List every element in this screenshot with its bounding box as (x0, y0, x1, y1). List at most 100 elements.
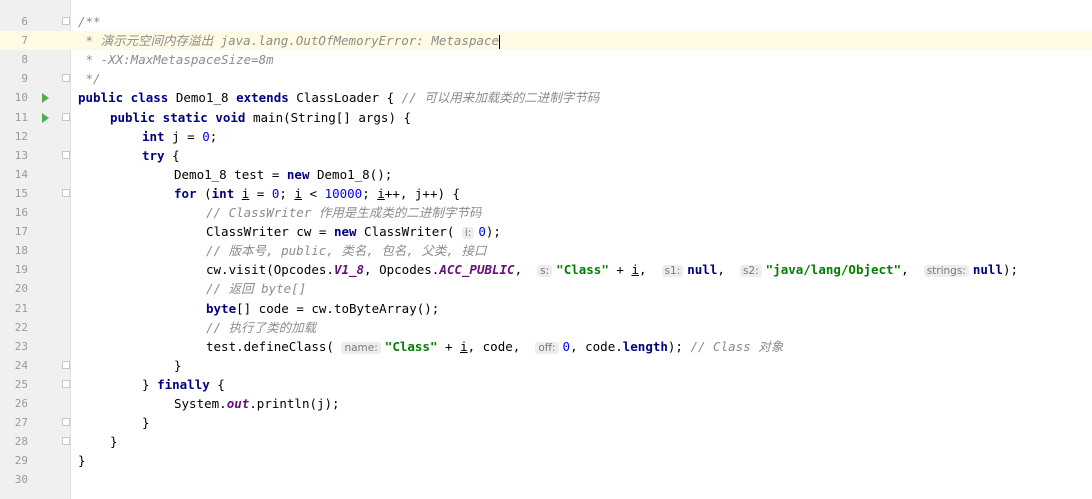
code-line[interactable]: 30 (0, 470, 1092, 489)
code-text[interactable]: } (78, 451, 86, 470)
code-text[interactable]: * -XX:MaxMetaspaceSize=8m (78, 50, 274, 69)
code-token: } (110, 434, 118, 450)
code-token: int (211, 185, 242, 201)
code-line[interactable]: 7 * 演示元空间内存溢出 java.lang.OutOfMemoryError… (0, 31, 1092, 51)
code-token: Demo1_8(); (317, 166, 393, 182)
code-line[interactable]: 15 for (int i = 0; i < 10000; i++, j++) { (0, 184, 1092, 203)
code-token: } (142, 376, 158, 392)
code-token: System. (174, 396, 227, 411)
code-line[interactable]: 8 * -XX:MaxMetaspaceSize=8m (0, 50, 1092, 69)
parameter-hint: i: (461, 227, 475, 240)
code-token: ClassLoader { (296, 90, 402, 106)
code-line[interactable]: 28} (0, 432, 1092, 451)
code-token: "Class" (384, 338, 438, 354)
run-icon[interactable] (40, 88, 52, 107)
code-line[interactable]: 14 Demo1_8 test = new Demo1_8(); (0, 165, 1092, 184)
code-text[interactable]: /** (78, 12, 101, 31)
code-line[interactable]: 9 */ (0, 69, 1092, 88)
fold-icon[interactable] (62, 17, 70, 25)
code-line[interactable]: 12 int j = 0; (0, 127, 1092, 146)
code-text[interactable]: // 版本号, public, 类名, 包名, 父类, 接口 (206, 241, 487, 260)
code-token: // 执行了类的加载 (206, 319, 317, 335)
code-line[interactable]: 26 System.out.println(j); (0, 394, 1092, 413)
code-token: "Class" (556, 262, 609, 278)
fold-icon[interactable] (62, 379, 70, 388)
code-line[interactable]: 20 // 返回 byte[] (0, 279, 1092, 298)
line-number: 15 (14, 186, 28, 200)
code-text[interactable]: */ (78, 69, 101, 88)
code-text[interactable]: // ClassWriter 作用是生成类的二进制字节码 (206, 203, 481, 222)
code-text[interactable]: byte[] code = cw.toByteArray(); (206, 299, 439, 318)
code-editor[interactable]: 6 /** 7 * 演示元空间内存溢出 java.lang.OutOfMemoryE… (0, 0, 1092, 499)
line-number: 18 (14, 244, 28, 258)
code-token: 0 (562, 338, 571, 354)
fold-icon[interactable] (62, 418, 70, 427)
code-text[interactable]: try { (142, 146, 180, 165)
code-text[interactable]: System.out.println(j); (174, 394, 340, 413)
code-token: j = (172, 128, 203, 144)
code-token: byte (206, 300, 237, 316)
fold-icon[interactable] (62, 150, 70, 159)
line-number: 23 (14, 339, 28, 353)
code-line[interactable]: 21 byte[] code = cw.toByteArray(); (0, 299, 1092, 318)
code-line[interactable]: 6 /** (0, 12, 1092, 31)
code-text[interactable]: ClassWriter cw = new ClassWriter( i: 0); (206, 222, 501, 243)
fold-icon[interactable] (62, 188, 70, 197)
code-text[interactable]: public class Demo1_8 extends ClassLoader… (78, 88, 599, 107)
line-number: 17 (14, 225, 28, 239)
code-line[interactable]: 25} finally { (0, 375, 1092, 394)
code-token: ClassWriter( (364, 224, 462, 240)
code-text[interactable]: // 返回 byte[] (206, 279, 306, 298)
code-line[interactable]: 17 ClassWriter cw = new ClassWriter( i: 0)… (0, 222, 1092, 241)
code-token: , code, (467, 338, 536, 354)
fold-icon[interactable] (62, 437, 70, 446)
line-number: 7 (21, 34, 28, 48)
code-text[interactable]: test.defineClass( name: "Class" + i, code… (206, 337, 783, 358)
code-token: , Opcodes. (364, 262, 440, 278)
line-number: 11 (14, 110, 28, 124)
code-text[interactable]: // 执行了类的加载 (206, 318, 316, 337)
code-text[interactable]: for (int i = 0; i < 10000; i++, j++) { (174, 184, 460, 203)
code-text[interactable]: cw.visit(Opcodes.V1_8, Opcodes.ACC_PUBLI… (206, 260, 1018, 281)
code-line[interactable]: 18 // 版本号, public, 类名, 包名, 父类, 接口 (0, 241, 1092, 260)
line-number: 26 (14, 397, 28, 410)
code-token: ); (667, 338, 691, 354)
code-token: null (687, 262, 718, 278)
code-text[interactable]: } (142, 413, 150, 432)
code-text[interactable]: * 演示元空间内存溢出 java.lang.OutOfMemoryError: … (78, 31, 501, 50)
code-token: ClassWriter cw = (206, 224, 334, 240)
code-line[interactable]: 16 // ClassWriter 作用是生成类的二进制字节码 (0, 203, 1092, 222)
code-token: public static void (110, 109, 253, 125)
code-line[interactable]: 24} (0, 356, 1092, 375)
fold-icon[interactable] (62, 360, 70, 369)
code-token: , (514, 262, 538, 278)
code-token: i (631, 262, 639, 278)
code-line[interactable]: 11 public static void main(String[] args)… (0, 108, 1092, 127)
code-line[interactable]: 19 cw.visit(Opcodes.V1_8, Opcodes.ACC_PUB… (0, 260, 1092, 279)
code-line[interactable]: 10 public class Demo1_8 extends ClassLoad… (0, 88, 1092, 107)
fold-icon[interactable] (62, 112, 70, 121)
code-text[interactable]: } (174, 356, 182, 375)
code-line[interactable]: 29} (0, 451, 1092, 470)
code-token: { (172, 147, 180, 163)
code-text[interactable]: Demo1_8 test = new Demo1_8(); (174, 165, 392, 184)
code-text[interactable]: public static void main(String[] args) { (110, 108, 411, 127)
line-number: 9 (21, 72, 28, 86)
code-token: // 版本号, public, 类名, 包名, 父类, 接口 (206, 243, 487, 259)
code-token: // 返回 byte[] (206, 281, 307, 297)
code-line[interactable]: 22 // 执行了类的加载 (0, 318, 1092, 337)
code-line[interactable]: 27} (0, 413, 1092, 432)
code-token: * -XX:MaxMetaspaceSize=8m (78, 52, 274, 68)
code-text[interactable]: } (110, 432, 118, 451)
code-line[interactable]: 13 try { (0, 146, 1092, 165)
run-icon[interactable] (40, 108, 52, 127)
code-line[interactable]: 23 test.defineClass( name: "Class" + i, co… (0, 337, 1092, 356)
code-text[interactable]: int j = 0; (142, 127, 217, 146)
fold-icon[interactable] (62, 74, 70, 83)
line-number: 14 (14, 167, 28, 181)
line-number: 8 (21, 53, 28, 67)
line-number: 6 (21, 15, 28, 28)
line-number: 27 (14, 416, 28, 430)
code-text[interactable]: } finally { (142, 375, 225, 394)
code-token: [] code = cw.toByteArray(); (236, 300, 440, 316)
